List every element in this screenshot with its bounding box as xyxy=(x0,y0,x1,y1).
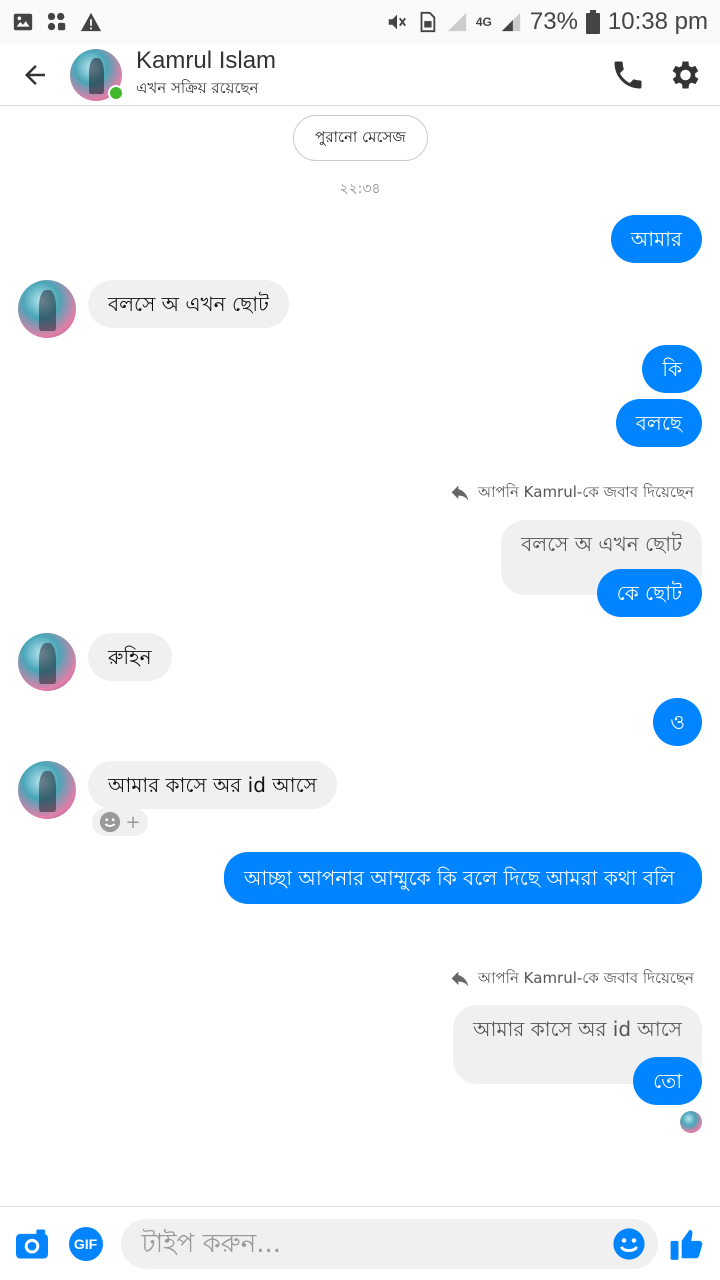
gallery-icon xyxy=(13,13,33,31)
warning-icon xyxy=(80,12,102,32)
message-outgoing[interactable]: কি xyxy=(642,345,702,393)
battery-icon xyxy=(585,10,600,34)
message-incoming[interactable]: রুহিন xyxy=(88,633,172,681)
like-button[interactable] xyxy=(666,1222,710,1266)
network-label: 4G xyxy=(475,15,492,29)
message-outgoing[interactable]: আচ্ছা আপনার আম্মুকে কি বলে দিছে আমরা কথা… xyxy=(224,852,702,904)
signal-icon xyxy=(447,12,467,32)
status-bar: 4G 73% 10:38 pm xyxy=(0,0,720,44)
message-outgoing[interactable]: কে ছোট xyxy=(596,569,702,617)
seen-avatar xyxy=(680,1111,702,1133)
reply-note: আপনি Kamrul-কে জবাব দিয়েছেন xyxy=(450,481,694,506)
reply-icon xyxy=(451,485,469,501)
sender-avatar[interactable] xyxy=(18,633,76,691)
message-list[interactable]: পুরানো মেসেজ ২২:৩৪ আমার বলসে অ এখন ছোট ক… xyxy=(0,107,720,1205)
contact-info[interactable]: Kamrul Islam এখন সক্রিয় রয়েছেন xyxy=(136,47,276,102)
message-input[interactable] xyxy=(141,1228,613,1259)
online-indicator xyxy=(108,84,124,101)
message-outgoing[interactable]: বলছে xyxy=(615,399,702,447)
camera-button[interactable] xyxy=(10,1222,54,1266)
gif-icon: GIF xyxy=(68,1226,103,1261)
back-arrow-icon xyxy=(25,64,45,85)
message-incoming[interactable]: বলসে অ এখন ছোট xyxy=(88,280,289,328)
reply-note: আপনি Kamrul-কে জবাব দিয়েছেন xyxy=(450,967,694,992)
sender-avatar[interactable] xyxy=(18,280,76,338)
apps-icon xyxy=(47,12,66,31)
battery-percent: 73% xyxy=(529,8,578,35)
gear-icon[interactable] xyxy=(666,57,702,93)
reply-icon xyxy=(451,971,469,987)
camera-icon xyxy=(15,1228,48,1259)
add-reaction-button[interactable]: + xyxy=(92,808,148,836)
composer-bar: GIF xyxy=(0,1206,720,1280)
mute-icon xyxy=(388,14,406,30)
message-input-field[interactable] xyxy=(121,1218,659,1269)
phone-icon[interactable] xyxy=(610,57,646,93)
contact-name: Kamrul Islam xyxy=(136,47,277,74)
contact-status: এখন সক্রিয় রয়েছেন xyxy=(136,79,259,97)
back-button[interactable] xyxy=(0,44,70,106)
timestamp: ২২:৩৪ xyxy=(339,181,381,197)
contact-avatar[interactable] xyxy=(70,48,124,101)
sender-avatar[interactable] xyxy=(18,761,76,819)
sim-icon xyxy=(420,11,436,33)
message-incoming[interactable]: আমার কাসে অর id আসে xyxy=(88,761,337,809)
clock: 10:38 pm xyxy=(607,8,708,35)
conversation-header: Kamrul Islam এখন সক্রিয় রয়েছেন xyxy=(0,44,720,106)
like-icon xyxy=(670,1229,703,1260)
emoji-react-icon xyxy=(100,811,121,833)
message-outgoing[interactable]: ও xyxy=(653,698,702,746)
gif-button[interactable]: GIF xyxy=(64,1222,108,1266)
emoji-icon[interactable] xyxy=(612,1227,646,1261)
plus-icon: + xyxy=(125,811,141,833)
message-outgoing[interactable]: তো xyxy=(633,1057,702,1105)
message-outgoing[interactable]: আমার xyxy=(610,215,702,263)
older-messages-button[interactable]: পুরানো মেসেজ xyxy=(293,115,428,161)
signal-icon xyxy=(501,12,521,32)
